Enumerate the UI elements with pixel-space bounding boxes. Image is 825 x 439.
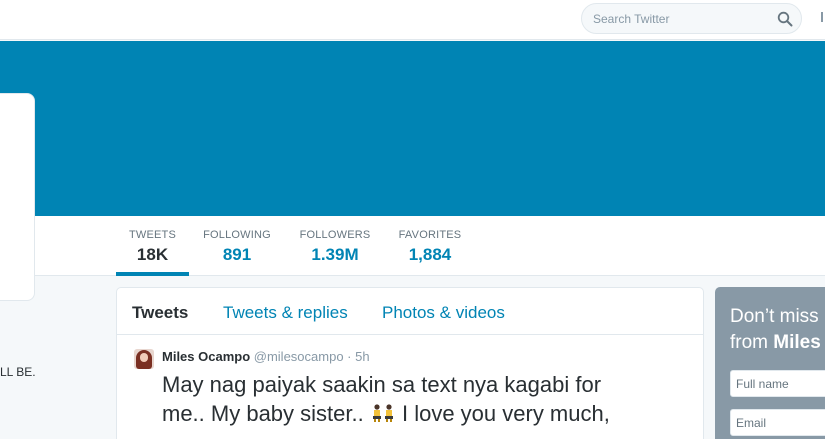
signup-headline: Don’t miss from Miles: [730, 304, 821, 356]
stat-label: TWEETS: [128, 229, 177, 241]
search-icon[interactable]: [777, 11, 793, 27]
tweet-separator: ·: [347, 349, 352, 364]
profile-avatar-card[interactable]: [0, 93, 35, 301]
stat-label: FAVORITES: [398, 229, 462, 241]
stat-tweets[interactable]: TWEETS 18K: [116, 216, 189, 276]
stat-value: 18K: [136, 245, 169, 264]
tweet-timestamp[interactable]: 5h: [355, 349, 369, 364]
tweet-button-edge[interactable]: [821, 12, 823, 22]
tweet-text: May nag paiyak saakin sa text nya kagabi…: [162, 370, 692, 428]
tweet-text-line: me.. My baby sister..: [162, 401, 364, 426]
top-navigation-bar: [0, 0, 825, 40]
tab-photos-and-videos[interactable]: Photos & videos: [382, 303, 505, 323]
signup-headline-prefix: from: [730, 332, 768, 353]
tweet-text-line: I love you very much,: [401, 401, 610, 426]
signup-headline-name: Miles: [773, 332, 821, 353]
stat-following[interactable]: FOLLOWING 891: [200, 216, 274, 276]
full-name-field[interactable]: [730, 370, 825, 397]
stat-value: 891: [222, 245, 252, 264]
tweet-author-name[interactable]: Miles Ocampo: [162, 349, 250, 364]
profile-stats-nav: TWEETS 18K FOLLOWING 891 FOLLOWERS 1.39M…: [0, 216, 825, 276]
tweet-header: Miles Ocampo @milesocampo · 5h: [162, 349, 370, 364]
stat-value: 1,884: [408, 245, 452, 264]
tweet-author-handle[interactable]: @milesocampo: [254, 349, 344, 364]
stat-favorites[interactable]: FAVORITES 1,884: [396, 216, 464, 276]
stat-value: 1.39M: [311, 245, 359, 264]
signup-headline-line: Don’t miss: [730, 306, 819, 327]
profile-bio-text: LL BE.: [0, 365, 36, 379]
search-box[interactable]: [581, 3, 802, 34]
two-dancers-emoji-icon: [370, 402, 396, 424]
search-input[interactable]: [593, 11, 763, 27]
stat-followers[interactable]: FOLLOWERS 1.39M: [297, 216, 373, 276]
signup-panel: Don’t miss from Miles: [715, 287, 825, 439]
tab-tweets-and-replies[interactable]: Tweets & replies: [223, 303, 348, 323]
stat-label: FOLLOWING: [203, 229, 271, 241]
tab-tweets[interactable]: Tweets: [132, 303, 188, 323]
tweet-item[interactable]: Miles Ocampo @milesocampo · 5h May nag p…: [117, 336, 703, 439]
timeline-tabs: Tweets Tweets & replies Photos & videos: [117, 288, 703, 335]
avatar[interactable]: [134, 349, 154, 369]
email-field[interactable]: [730, 409, 825, 436]
tweet-text-line: May nag paiyak saakin sa text nya kagabi…: [162, 372, 602, 397]
timeline-module: Tweets Tweets & replies Photos & videos …: [116, 287, 704, 439]
profile-header-banner: [0, 41, 825, 216]
stat-label: FOLLOWERS: [299, 229, 371, 241]
